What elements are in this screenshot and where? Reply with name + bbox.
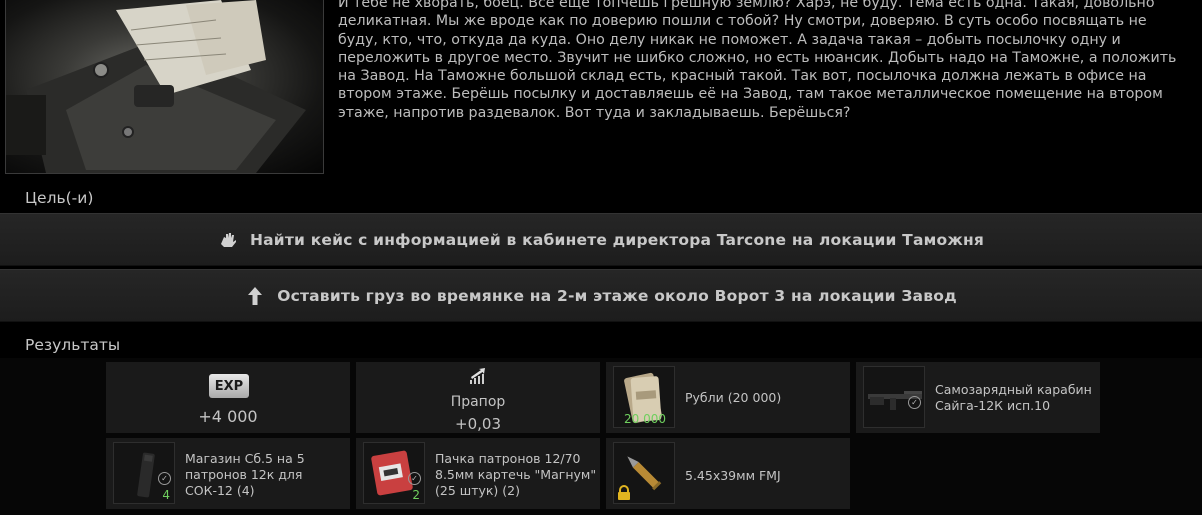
reward-item[interactable]: ✓ 4 Магазин Сб.5 на 5 патронов 12к для С… — [106, 438, 350, 509]
reward-item[interactable]: 20 000 Рубли (20 000) — [606, 362, 850, 433]
item-count: 20 000 — [624, 412, 666, 426]
item-label: Магазин Сб.5 на 5 патронов 12к для СОК-1… — [185, 451, 305, 498]
item-count: 2 — [412, 488, 420, 502]
objective-1: Найти кейс с информацией в кабинете дире… — [0, 213, 1202, 266]
item-label: 5.45x39мм FMJ — [685, 468, 781, 483]
check-icon: ✓ — [158, 472, 171, 485]
reward-item[interactable]: 5.45x39мм FMJ — [606, 438, 850, 509]
hand-icon — [218, 230, 238, 250]
item-label: Рубли (20 000) — [685, 390, 782, 405]
quest-description: И тебе не хворать, боец. Всё ещё топчешь… — [338, 0, 1177, 121]
item-thumbnail — [613, 442, 675, 504]
reward-item[interactable]: ✓ Самозарядный карабин Сайга-12К исп.10 — [856, 362, 1100, 433]
quest-image — [5, 0, 324, 174]
lock-icon — [616, 485, 632, 501]
standing-trader: Прапор — [450, 394, 506, 410]
item-label: Пачка патронов 12/70 8.5мм картечь "Магн… — [435, 451, 597, 498]
objective-2: Оставить груз во времянке на 2-м этаже о… — [0, 269, 1202, 322]
standing-value: +0,03 — [455, 415, 501, 433]
arrow-up-icon — [245, 286, 265, 306]
item-thumbnail: ✓ 4 — [113, 442, 175, 504]
standing-arrow-icon — [469, 367, 487, 389]
item-count: 4 — [162, 488, 170, 502]
item-label: Самозарядный карабин Сайга-12К исп.10 — [935, 382, 1092, 413]
objective-2-text: Оставить груз во времянке на 2-м этаже о… — [277, 286, 957, 305]
exp-badge: EXP — [209, 374, 249, 398]
exp-value: +4 000 — [198, 407, 258, 426]
reward-item[interactable]: ✓ 2 Пачка патронов 12/70 8.5мм картечь "… — [356, 438, 600, 509]
item-thumbnail: 20 000 — [613, 366, 675, 428]
item-thumbnail: ✓ — [863, 366, 925, 428]
item-thumbnail: ✓ 2 — [363, 442, 425, 504]
objectives-title: Цель(-и) — [25, 189, 94, 207]
reward-exp: EXP +4 000 — [106, 362, 350, 433]
check-icon: ✓ — [908, 396, 921, 409]
rewards-title: Результаты — [25, 336, 121, 354]
objective-1-text: Найти кейс с информацией в кабинете дире… — [249, 230, 985, 249]
reward-standing: Прапор +0,03 — [356, 362, 600, 433]
check-icon: ✓ — [408, 472, 421, 485]
